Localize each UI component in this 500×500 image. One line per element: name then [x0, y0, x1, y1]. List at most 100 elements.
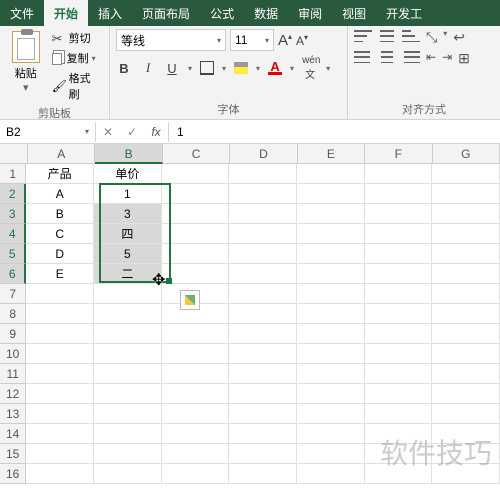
cell-C4[interactable] [162, 224, 230, 244]
font-color-button[interactable]: A [268, 61, 282, 75]
orientation-button[interactable]: ⤡ [426, 29, 437, 46]
cell-B4[interactable]: 四 [94, 224, 162, 244]
align-left-button[interactable] [354, 50, 372, 64]
cell-D14[interactable] [229, 424, 297, 444]
cell-G12[interactable] [432, 384, 500, 404]
col-header-E[interactable]: E [298, 144, 365, 164]
select-all-corner[interactable] [0, 144, 28, 164]
cell-A2[interactable]: A [26, 184, 94, 204]
row-header-7[interactable]: 7 [0, 284, 26, 304]
cell-A1[interactable]: 产品 [26, 164, 94, 184]
cell-B13[interactable] [94, 404, 162, 424]
cell-D9[interactable] [229, 324, 297, 344]
tab-插入[interactable]: 插入 [88, 0, 132, 26]
cell-F4[interactable] [365, 224, 433, 244]
cell-E3[interactable] [297, 204, 365, 224]
col-header-G[interactable]: G [433, 144, 500, 164]
align-bottom-button[interactable] [402, 29, 420, 43]
fill-color-button[interactable] [234, 62, 248, 74]
cell-D6[interactable] [229, 264, 297, 284]
cell-E11[interactable] [297, 364, 365, 384]
cell-G4[interactable] [432, 224, 500, 244]
cell-F6[interactable] [365, 264, 433, 284]
spreadsheet-grid[interactable]: ABCDEFG 1产品单价2A13B34C四5D56E二789101112131… [0, 144, 500, 484]
cell-B16[interactable] [94, 464, 162, 484]
cell-G8[interactable] [432, 304, 500, 324]
cell-D1[interactable] [229, 164, 297, 184]
cell-F5[interactable] [365, 244, 433, 264]
cell-F10[interactable] [365, 344, 433, 364]
cell-E12[interactable] [297, 384, 365, 404]
row-header-4[interactable]: 4 [0, 224, 26, 244]
cell-G9[interactable] [432, 324, 500, 344]
cell-A5[interactable]: D [26, 244, 94, 264]
cell-F8[interactable] [365, 304, 433, 324]
format-painter-button[interactable]: 格式刷 [50, 69, 103, 103]
cell-E6[interactable] [297, 264, 365, 284]
formula-input[interactable]: 1 [169, 122, 500, 142]
increase-indent-button[interactable]: ⇥ [442, 50, 452, 67]
cut-button[interactable]: 剪切 [50, 29, 103, 47]
cell-E7[interactable] [297, 284, 365, 304]
cell-D12[interactable] [229, 384, 297, 404]
quick-analysis-button[interactable] [180, 290, 200, 310]
cell-A3[interactable]: B [26, 204, 94, 224]
row-header-6[interactable]: 6 [0, 264, 26, 284]
cell-C2[interactable] [162, 184, 230, 204]
align-middle-button[interactable] [378, 29, 396, 43]
cell-G13[interactable] [432, 404, 500, 424]
cell-G6[interactable] [432, 264, 500, 284]
cell-D11[interactable] [229, 364, 297, 384]
cell-E1[interactable] [297, 164, 365, 184]
cell-E2[interactable] [297, 184, 365, 204]
cell-A11[interactable] [26, 364, 94, 384]
tab-开始[interactable]: 开始 [44, 0, 88, 26]
cell-F12[interactable] [365, 384, 433, 404]
cell-F15[interactable] [365, 444, 433, 464]
cell-E16[interactable] [297, 464, 365, 484]
fx-button[interactable]: fx [144, 122, 168, 142]
cell-A13[interactable] [26, 404, 94, 424]
cell-A9[interactable] [26, 324, 94, 344]
cell-A14[interactable] [26, 424, 94, 444]
cell-A8[interactable] [26, 304, 94, 324]
copy-button[interactable]: 复制▾ [50, 49, 103, 67]
cell-G7[interactable] [432, 284, 500, 304]
cell-G10[interactable] [432, 344, 500, 364]
cell-D2[interactable] [229, 184, 297, 204]
cell-C11[interactable] [162, 364, 230, 384]
row-header-11[interactable]: 11 [0, 364, 26, 384]
cell-G11[interactable] [432, 364, 500, 384]
align-right-button[interactable] [402, 50, 420, 64]
cell-C3[interactable] [162, 204, 230, 224]
cell-A15[interactable] [26, 444, 94, 464]
cell-B14[interactable] [94, 424, 162, 444]
cell-F2[interactable] [365, 184, 433, 204]
cell-D8[interactable] [229, 304, 297, 324]
row-header-9[interactable]: 9 [0, 324, 26, 344]
cell-C6[interactable] [162, 264, 230, 284]
row-header-15[interactable]: 15 [0, 444, 26, 464]
decrease-font-button[interactable]: A▾ [296, 33, 308, 48]
italic-button[interactable]: I [140, 60, 156, 76]
cell-E14[interactable] [297, 424, 365, 444]
cell-G16[interactable] [432, 464, 500, 484]
tab-审阅[interactable]: 审阅 [288, 0, 332, 26]
tab-公式[interactable]: 公式 [200, 0, 244, 26]
col-header-A[interactable]: A [28, 144, 95, 164]
cell-A16[interactable] [26, 464, 94, 484]
cell-B9[interactable] [94, 324, 162, 344]
row-header-1[interactable]: 1 [0, 164, 26, 184]
row-header-12[interactable]: 12 [0, 384, 26, 404]
cell-C13[interactable] [162, 404, 230, 424]
name-box[interactable]: B2▾ [0, 122, 96, 142]
cell-E4[interactable] [297, 224, 365, 244]
row-header-14[interactable]: 14 [0, 424, 26, 444]
cell-A4[interactable]: C [26, 224, 94, 244]
cell-B3[interactable]: 3 [94, 204, 162, 224]
cell-F11[interactable] [365, 364, 433, 384]
decrease-indent-button[interactable]: ⇤ [426, 50, 436, 67]
cell-B12[interactable] [94, 384, 162, 404]
cell-A10[interactable] [26, 344, 94, 364]
row-header-3[interactable]: 3 [0, 204, 26, 224]
